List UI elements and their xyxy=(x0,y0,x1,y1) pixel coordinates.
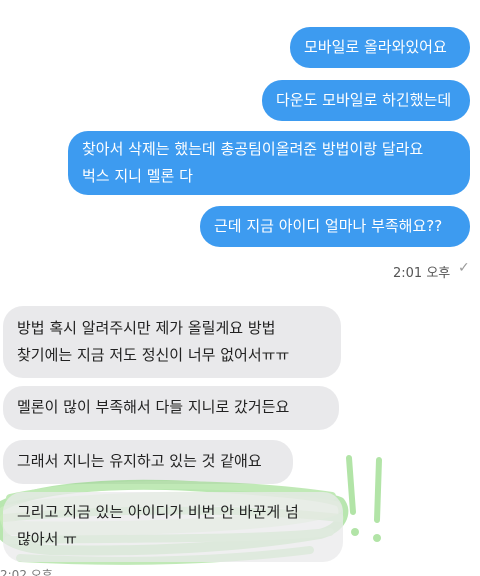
chat-thread: 모바일로 올라와있어요 다운도 모바일로 하긴했는데 찾아서 삭제는 했는데 총… xyxy=(0,0,480,576)
message-text: 많아서 ㅠ xyxy=(17,530,77,548)
message-text: 찾기에는 지금 저도 정신이 너무 없어서ㅠㅠ xyxy=(17,346,290,364)
message-timestamp: 2:01 오후 xyxy=(393,266,451,281)
message-text: 벅스 지니 멜론 다 xyxy=(82,167,193,185)
message-text: 방법 혹시 알려주시만 제가 올릴게요 방법 xyxy=(17,319,276,337)
exclamation-scribble xyxy=(346,455,382,542)
message-timestamp: 2:02 오후 xyxy=(0,568,53,576)
message-text: 멜론이 많이 부족해서 다들 지니로 갔거든요 xyxy=(17,398,290,416)
message-text: 모바일로 올라와있어요 xyxy=(304,38,447,56)
outgoing-message[interactable]: 모바일로 올라와있어요 xyxy=(290,27,470,68)
message-text: 찾아서 삭제는 했는데 총공팀이올려준 방법이랑 달라요 xyxy=(82,140,424,158)
incoming-message[interactable]: 방법 혹시 알려주시만 제가 올릴게요 방법 찾기에는 지금 저도 정신이 너무… xyxy=(3,306,341,378)
incoming-message[interactable]: 그리고 지금 있는 아이디가 비번 안 바꾼게 넘 많아서 ㅠ xyxy=(3,492,343,562)
outgoing-message[interactable]: 찾아서 삭제는 했는데 총공팀이올려준 방법이랑 달라요 벅스 지니 멜론 다 xyxy=(68,131,470,195)
message-text: 근데 지금 아이디 얼마나 부족해요?? xyxy=(214,217,443,235)
message-text: 그리고 지금 있는 아이디가 비번 안 바꾼게 넘 xyxy=(17,503,299,521)
outgoing-message[interactable]: 다운도 모바일로 하긴했는데 xyxy=(262,80,470,121)
incoming-message[interactable]: 멜론이 많이 부족해서 다들 지니로 갔거든요 xyxy=(3,386,339,430)
outgoing-message[interactable]: 근데 지금 아이디 얼마나 부족해요?? xyxy=(200,206,470,247)
checkmark-icon: ✓ xyxy=(458,260,470,276)
message-text: 다운도 모바일로 하긴했는데 xyxy=(276,91,452,109)
